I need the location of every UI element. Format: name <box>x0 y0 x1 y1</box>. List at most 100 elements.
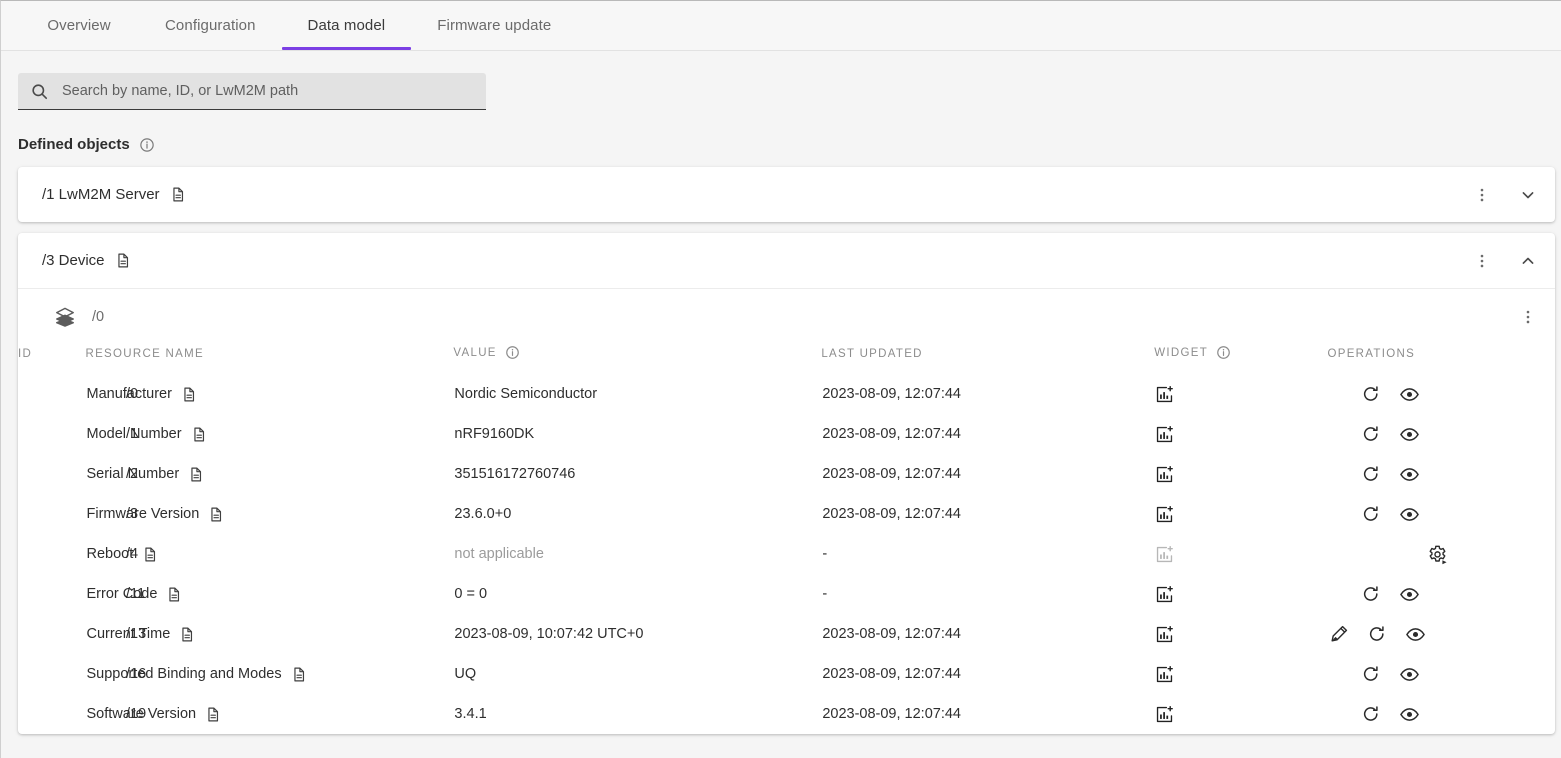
object-card-header[interactable]: /1 LwM2M Server <box>18 167 1555 222</box>
cell-last-updated: 2023-08-09, 12:07:44 <box>822 706 961 722</box>
document-icon[interactable] <box>178 626 195 643</box>
table-row[interactable]: /2 Serial Number 351516172760746 2023-08-09… <box>18 454 1555 494</box>
cell-widget <box>1128 574 1315 614</box>
observe-eye-icon[interactable] <box>1399 504 1420 525</box>
more-vertical-icon[interactable] <box>1469 248 1495 274</box>
refresh-icon[interactable] <box>1367 624 1387 644</box>
resource-name-label: Serial Number <box>86 466 180 482</box>
refresh-icon[interactable] <box>1361 664 1381 684</box>
tab-configuration[interactable]: Configuration <box>139 1 282 50</box>
resource-name-label: Manufacturer <box>86 386 172 402</box>
cell-last-updated: 2023-08-09, 12:07:44 <box>822 626 961 642</box>
search-area <box>1 51 1561 110</box>
refresh-icon[interactable] <box>1361 384 1381 404</box>
object-card-actions <box>1469 182 1541 208</box>
object-card-header[interactable]: /3 Device <box>18 233 1555 288</box>
cell-last-updated: - <box>822 546 828 562</box>
info-icon[interactable] <box>1216 345 1231 360</box>
observe-eye-icon[interactable] <box>1405 624 1426 645</box>
object-card-body: /0 ID RESOURCE NAME VALUE LAST UPDATED W… <box>18 288 1555 734</box>
document-icon[interactable] <box>165 586 182 603</box>
tab-data-model[interactable]: Data model <box>281 1 412 50</box>
table-row[interactable]: /19 Software Version 3.4.1 2023-08-09, 12:0… <box>18 694 1555 734</box>
search-icon <box>30 82 49 101</box>
tab-label: Configuration <box>165 17 256 34</box>
cell-resource-value: Nordic Semiconductor <box>454 386 598 402</box>
cell-widget <box>1128 494 1315 534</box>
refresh-icon[interactable] <box>1361 584 1381 604</box>
observe-eye-icon[interactable] <box>1399 384 1420 405</box>
add-chart-icon[interactable] <box>1155 425 1174 444</box>
cell-resource-name: Manufacturer <box>85 374 453 414</box>
cell-resource-value: nRF9160DK <box>454 426 535 442</box>
chevron-down-icon[interactable] <box>1515 182 1541 208</box>
cell-resource-value: 23.6.0+0 <box>454 506 512 522</box>
cell-resource-value: not applicable <box>454 546 544 562</box>
cell-widget <box>1128 534 1315 574</box>
document-icon[interactable] <box>141 546 158 563</box>
table-row[interactable]: /1 Model Number nRF9160DK 2023-08-09, 12:07… <box>18 414 1555 454</box>
add-chart-icon[interactable] <box>1155 505 1174 524</box>
search-field[interactable] <box>18 73 486 110</box>
cell-widget <box>1128 694 1315 734</box>
cell-operations <box>1316 414 1556 454</box>
tab-overview[interactable]: Overview <box>19 1 139 50</box>
table-row[interactable]: /3 Firmware Version 23.6.0+0 2023-08-09, 12… <box>18 494 1555 534</box>
column-label: RESOURCE NAME <box>85 348 204 360</box>
tab-label: Data model <box>307 17 386 34</box>
more-vertical-icon[interactable] <box>1469 182 1495 208</box>
cell-last-updated: 2023-08-09, 12:07:44 <box>822 466 961 482</box>
object-path-label: /3 Device <box>42 252 105 269</box>
cell-resource-name: Supported Binding and Modes <box>85 654 453 694</box>
table-row[interactable]: /11 Error Code 0 = 0 - <box>18 574 1555 614</box>
table-row[interactable]: /13 Current Time 2023-08-09, 10:07:42 UTC+… <box>18 614 1555 654</box>
observe-eye-icon[interactable] <box>1399 704 1420 725</box>
table-row[interactable]: /0 Manufacturer Nordic Semiconductor 2023-0… <box>18 374 1555 414</box>
observe-eye-icon[interactable] <box>1399 464 1420 485</box>
add-chart-icon[interactable] <box>1155 705 1174 724</box>
column-label: WIDGET <box>1154 346 1209 359</box>
add-chart-icon[interactable] <box>1155 625 1174 644</box>
search-input[interactable] <box>60 82 474 100</box>
document-icon[interactable] <box>204 706 221 723</box>
info-icon[interactable] <box>139 137 155 153</box>
data-model-page: Overview Configuration Data model Firmwa… <box>0 0 1561 758</box>
cell-last-updated: 2023-08-09, 12:07:44 <box>822 386 961 402</box>
column-label: OPERATIONS <box>1327 348 1416 360</box>
cell-resource-id: /13 <box>126 626 147 642</box>
edit-pencil-icon[interactable] <box>1329 624 1349 644</box>
document-icon[interactable] <box>187 466 204 483</box>
cell-resource-value: 0 = 0 <box>454 586 488 602</box>
defined-objects-heading: Defined objects <box>18 136 1561 153</box>
refresh-icon[interactable] <box>1361 464 1381 484</box>
refresh-icon[interactable] <box>1361 504 1381 524</box>
document-icon[interactable] <box>114 252 131 269</box>
add-chart-icon[interactable] <box>1155 585 1174 604</box>
chevron-up-icon[interactable] <box>1515 248 1541 274</box>
cell-resource-name: Model Number <box>85 414 453 454</box>
cell-last-updated: 2023-08-09, 12:07:44 <box>822 506 961 522</box>
instance-header: /0 <box>18 289 1555 345</box>
cell-resource-id: /1 <box>126 426 139 442</box>
refresh-icon[interactable] <box>1361 424 1381 444</box>
object-card-device: /3 Device /0 ID RESOURCE NAME VALUE LAST… <box>18 233 1555 734</box>
document-icon[interactable] <box>190 426 207 443</box>
table-row[interactable]: /16 Supported Binding and Modes UQ 2023-08-… <box>18 654 1555 694</box>
column-header-operations: OPERATIONS <box>1316 345 1556 374</box>
add-chart-icon[interactable] <box>1155 665 1174 684</box>
add-chart-icon[interactable] <box>1155 465 1174 484</box>
observe-eye-icon[interactable] <box>1399 424 1420 445</box>
execute-gear-icon[interactable] <box>1427 544 1448 565</box>
info-icon[interactable] <box>505 345 520 360</box>
observe-eye-icon[interactable] <box>1399 664 1420 685</box>
document-icon[interactable] <box>180 386 197 403</box>
refresh-icon[interactable] <box>1361 704 1381 724</box>
more-vertical-icon[interactable] <box>1515 304 1541 330</box>
tab-firmware-update[interactable]: Firmware update <box>411 1 577 50</box>
observe-eye-icon[interactable] <box>1399 584 1420 605</box>
add-chart-icon[interactable] <box>1155 385 1174 404</box>
document-icon[interactable] <box>169 186 186 203</box>
table-row[interactable]: /4 Reboot not applicable - <box>18 534 1555 574</box>
document-icon[interactable] <box>207 506 224 523</box>
document-icon[interactable] <box>290 666 307 683</box>
